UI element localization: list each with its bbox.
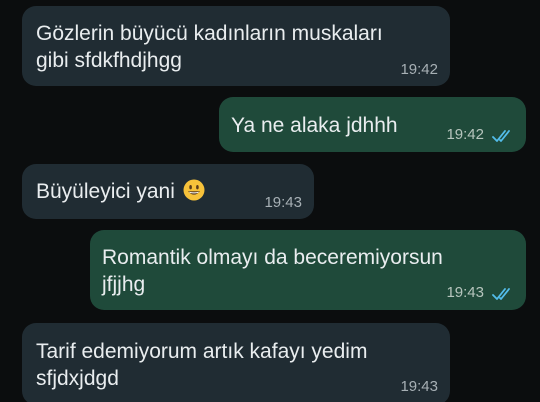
- chat-area: Gözlerin büyücü kadınların muskaları gib…: [0, 0, 540, 402]
- message-time: 19:43: [400, 378, 438, 395]
- message-bubble-outgoing[interactable]: Romantik olmayı da beceremiyorsun jfjjhg…: [90, 230, 526, 310]
- message-time: 19:42: [446, 126, 484, 143]
- message-text-content: Büyüleyici yani: [36, 180, 175, 203]
- message-text: Romantik olmayı da beceremiyorsun jfjjhg: [102, 246, 443, 296]
- double-check-read-icon: [492, 130, 510, 142]
- message-bubble-incoming[interactable]: Gözlerin büyücü kadınların muskaları gib…: [22, 6, 450, 86]
- message-time: 19:42: [400, 61, 438, 78]
- message-bubble-outgoing[interactable]: Ya ne alaka jdhhh 19:42: [219, 97, 526, 152]
- message-text: Tarif edemiyorum artık kafayı yedim sfjd…: [36, 340, 368, 390]
- message-text: Gözlerin büyücü kadınların muskaları gib…: [36, 22, 383, 72]
- double-check-read-icon: [492, 288, 510, 300]
- message-text: Büyüleyici yani: [36, 178, 205, 205]
- message-bubble-incoming[interactable]: Büyüleyici yani 19:43: [22, 164, 314, 219]
- message-time: 19:43: [446, 284, 484, 301]
- grinning-face-emoji-icon: [183, 179, 205, 201]
- message-time: 19:43: [264, 194, 302, 211]
- message-bubble-incoming[interactable]: Tarif edemiyorum artık kafayı yedim sfjd…: [22, 323, 450, 402]
- message-text: Ya ne alaka jdhhh: [231, 114, 398, 137]
